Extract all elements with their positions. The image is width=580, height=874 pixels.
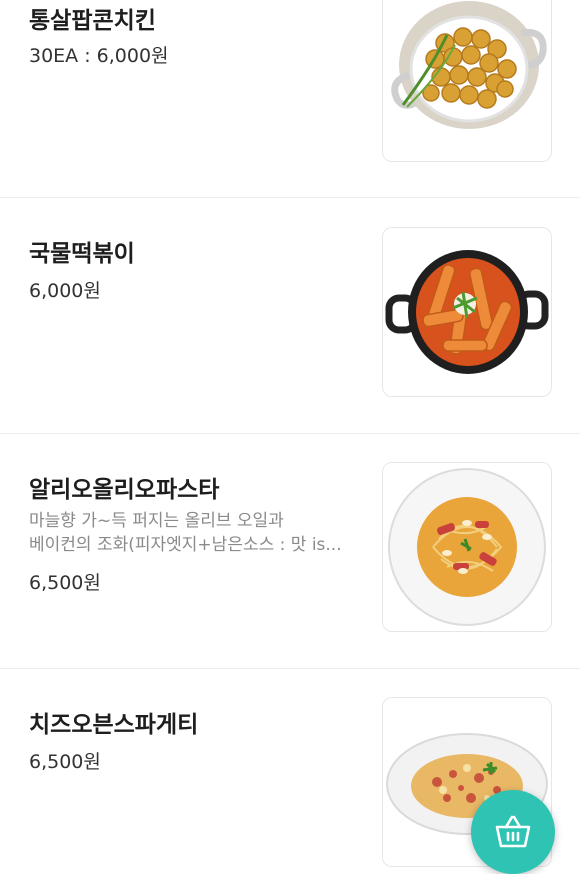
menu-item-name: 치즈오븐스파게티 — [29, 712, 199, 738]
menu-item-price: 6,500원 — [29, 572, 101, 594]
shopping-basket-icon — [495, 815, 531, 848]
menu-item-price: 6,000원 — [29, 280, 101, 302]
aglio-olio-pasta-photo[interactable] — [382, 462, 552, 632]
menu-item-aglio-olio[interactable]: 알리오올리오파스타 마늘향 가~득 퍼지는 올리브 오일과 베이컨의 조화(피자… — [0, 434, 580, 668]
description-line: 베이컨의 조화(피자엣지+남은소스 : 맛 is... — [29, 535, 342, 555]
popcorn-chicken-photo[interactable] — [382, 0, 552, 162]
menu-item-price: 30EA : 6,000원 — [29, 45, 169, 67]
cart-button[interactable] — [471, 790, 555, 874]
menu-item-description: 마늘향 가~득 퍼지는 올리브 오일과 베이컨의 조화(피자엣지+남은소스 : … — [29, 509, 369, 557]
menu-item-name: 통살팝콘치킨 — [29, 8, 156, 34]
description-line: 마늘향 가~득 퍼지는 올리브 오일과 — [29, 511, 284, 531]
menu-item-popcorn-chicken[interactable]: 통살팝콘치킨 30EA : 6,000원 — [0, 0, 580, 197]
menu-item-name: 국물떡볶이 — [29, 241, 135, 267]
menu-item-price: 6,500원 — [29, 751, 101, 773]
tteokbokki-photo[interactable] — [382, 227, 552, 397]
menu-item-name: 알리오올리오파스타 — [29, 477, 220, 503]
menu-item-tteokbokki[interactable]: 국물떡볶이 6,000원 — [0, 198, 580, 433]
